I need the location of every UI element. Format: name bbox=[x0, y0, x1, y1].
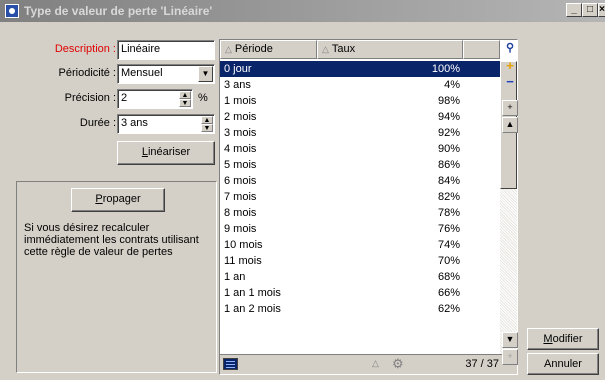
scroll-up-icon[interactable]: ▲ bbox=[502, 117, 518, 133]
cell-periode: 1 an 1 mois bbox=[224, 287, 281, 299]
duree-label: Durée : bbox=[79, 117, 116, 129]
propagate-button-label: Propager bbox=[95, 193, 141, 205]
cell-periode: 4 mois bbox=[224, 143, 257, 155]
cell-taux: 82% bbox=[437, 191, 460, 203]
cancel-button-label: Annuler bbox=[544, 358, 582, 370]
table-row[interactable]: 1 an 68% bbox=[220, 269, 500, 285]
precision-unit: % bbox=[198, 92, 208, 104]
cell-taux: 90% bbox=[437, 143, 460, 155]
precision-label: Précision : bbox=[64, 92, 116, 104]
cell-taux: 66% bbox=[437, 287, 460, 299]
loss-rate-table[interactable]: △ Période △ Taux 0 jour 100% 3 ans 4% 1 mois 98… bbox=[219, 39, 518, 375]
periodicite-label: Périodicité : bbox=[58, 67, 116, 79]
sort-icon: △ bbox=[322, 44, 329, 54]
modify-button-label: Modifier bbox=[543, 333, 583, 345]
table-row[interactable]: 1 an 1 mois 66% bbox=[220, 285, 500, 301]
add-icon[interactable]: + bbox=[502, 58, 518, 74]
sort-icon: △ bbox=[372, 358, 379, 368]
chevron-down-icon[interactable]: ▼ bbox=[198, 66, 213, 82]
column-header-periode[interactable]: △ Période bbox=[220, 40, 317, 59]
periodicite-value: Mensuel bbox=[121, 67, 163, 79]
title-bar: Type de valeur de perte 'Linéaire' _ □ × bbox=[0, 0, 605, 22]
cell-taux: 94% bbox=[437, 111, 460, 123]
table-row[interactable]: 8 mois 78% bbox=[220, 205, 500, 221]
column-header-filler bbox=[463, 40, 500, 59]
table-row[interactable]: 11 mois 70% bbox=[220, 253, 500, 269]
table-row[interactable]: 1 an 2 mois 62% bbox=[220, 301, 500, 317]
table-rows: 0 jour 100% 3 ans 4% 1 mois 98% 2 mois 94% 3 moi… bbox=[220, 61, 500, 317]
cell-periode: 3 mois bbox=[224, 127, 257, 139]
cancel-button[interactable]: Annuler bbox=[527, 353, 599, 375]
cell-periode: 1 an 2 mois bbox=[224, 303, 281, 315]
cell-taux: 84% bbox=[437, 175, 460, 187]
table-row[interactable]: 2 mois 94% bbox=[220, 109, 500, 125]
cell-periode: 8 mois bbox=[224, 207, 257, 219]
table-row[interactable]: 3 mois 92% bbox=[220, 125, 500, 141]
cell-periode: 10 mois bbox=[224, 239, 263, 251]
table-row[interactable]: 1 mois 98% bbox=[220, 93, 500, 109]
propagate-button[interactable]: Propager bbox=[71, 188, 165, 212]
cell-periode: 9 mois bbox=[224, 223, 257, 235]
table-row[interactable]: 10 mois 74% bbox=[220, 237, 500, 253]
cell-taux: 86% bbox=[437, 159, 460, 171]
description-field[interactable]: Linéaire bbox=[117, 40, 215, 60]
duree-value: 3 ans bbox=[121, 117, 148, 129]
precision-value: 2 bbox=[121, 92, 128, 104]
cell-taux: 100% bbox=[431, 63, 460, 75]
table-row[interactable]: 0 jour 100% bbox=[220, 61, 500, 77]
cell-periode: 2 mois bbox=[224, 111, 257, 123]
cell-periode: 1 mois bbox=[224, 95, 257, 107]
modify-button[interactable]: Modifier bbox=[527, 328, 599, 350]
cell-periode: 1 an bbox=[224, 271, 246, 283]
cell-periode: 7 mois bbox=[224, 191, 257, 203]
minimize-button[interactable]: _ bbox=[566, 3, 582, 17]
cell-taux: 4% bbox=[444, 79, 460, 91]
search-icon[interactable]: ⚲ bbox=[502, 41, 518, 57]
scroll-down-icon[interactable]: ▼ bbox=[502, 332, 518, 348]
precision-stepper[interactable]: ▲ ▼ bbox=[179, 91, 191, 107]
propagate-description: Si vous désirez recalculer immédiatement… bbox=[24, 222, 199, 258]
table-row[interactable]: 6 mois 84% bbox=[220, 173, 500, 189]
duree-stepper[interactable]: ▲ ▼ bbox=[201, 116, 213, 132]
periodicite-select[interactable]: Mensuel ▼ bbox=[117, 64, 215, 84]
cell-taux: 98% bbox=[437, 95, 460, 107]
cell-periode: 3 ans bbox=[224, 79, 251, 91]
sort-icon: △ bbox=[225, 44, 232, 54]
record-count: 37 / 37 bbox=[465, 358, 499, 370]
cell-taux: 62% bbox=[437, 303, 460, 315]
grid-icon[interactable] bbox=[223, 358, 238, 370]
table-footer: △ ⚙ 37 / 37 bbox=[220, 354, 517, 374]
add-row-icon: + bbox=[502, 349, 518, 365]
cell-taux: 76% bbox=[437, 223, 460, 235]
cell-taux: 68% bbox=[437, 271, 460, 283]
precision-field[interactable]: 2 ▲ ▼ bbox=[117, 89, 193, 109]
description-label: Description : bbox=[54, 43, 116, 55]
maximize-button[interactable]: □ bbox=[582, 3, 598, 17]
cell-periode: 6 mois bbox=[224, 175, 257, 187]
close-button[interactable]: × bbox=[598, 3, 605, 17]
app-icon bbox=[5, 4, 19, 18]
window-title: Type de valeur de perte 'Linéaire' bbox=[24, 4, 213, 18]
settings-icon[interactable]: ⚙ bbox=[392, 356, 404, 372]
linearise-button[interactable]: Linéariser bbox=[117, 141, 215, 165]
column-header-taux[interactable]: △ Taux bbox=[317, 40, 463, 59]
cell-taux: 70% bbox=[437, 255, 460, 267]
table-row[interactable]: 7 mois 82% bbox=[220, 189, 500, 205]
cell-taux: 78% bbox=[437, 207, 460, 219]
cell-periode: 11 mois bbox=[224, 255, 262, 267]
linearise-button-label: Linéariser bbox=[141, 146, 191, 158]
expand-icon[interactable]: + bbox=[502, 100, 518, 116]
cell-taux: 92% bbox=[437, 127, 460, 139]
cell-taux: 74% bbox=[437, 239, 460, 251]
table-row[interactable]: 5 mois 86% bbox=[220, 157, 500, 173]
remove-icon[interactable]: − bbox=[502, 74, 518, 90]
table-row[interactable]: 9 mois 76% bbox=[220, 221, 500, 237]
cell-periode: 5 mois bbox=[224, 159, 257, 171]
cell-periode: 0 jour bbox=[224, 63, 252, 75]
table-row[interactable]: 3 ans 4% bbox=[220, 77, 500, 93]
table-row[interactable]: 4 mois 90% bbox=[220, 141, 500, 157]
duree-field[interactable]: 3 ans ▲ ▼ bbox=[117, 114, 215, 134]
